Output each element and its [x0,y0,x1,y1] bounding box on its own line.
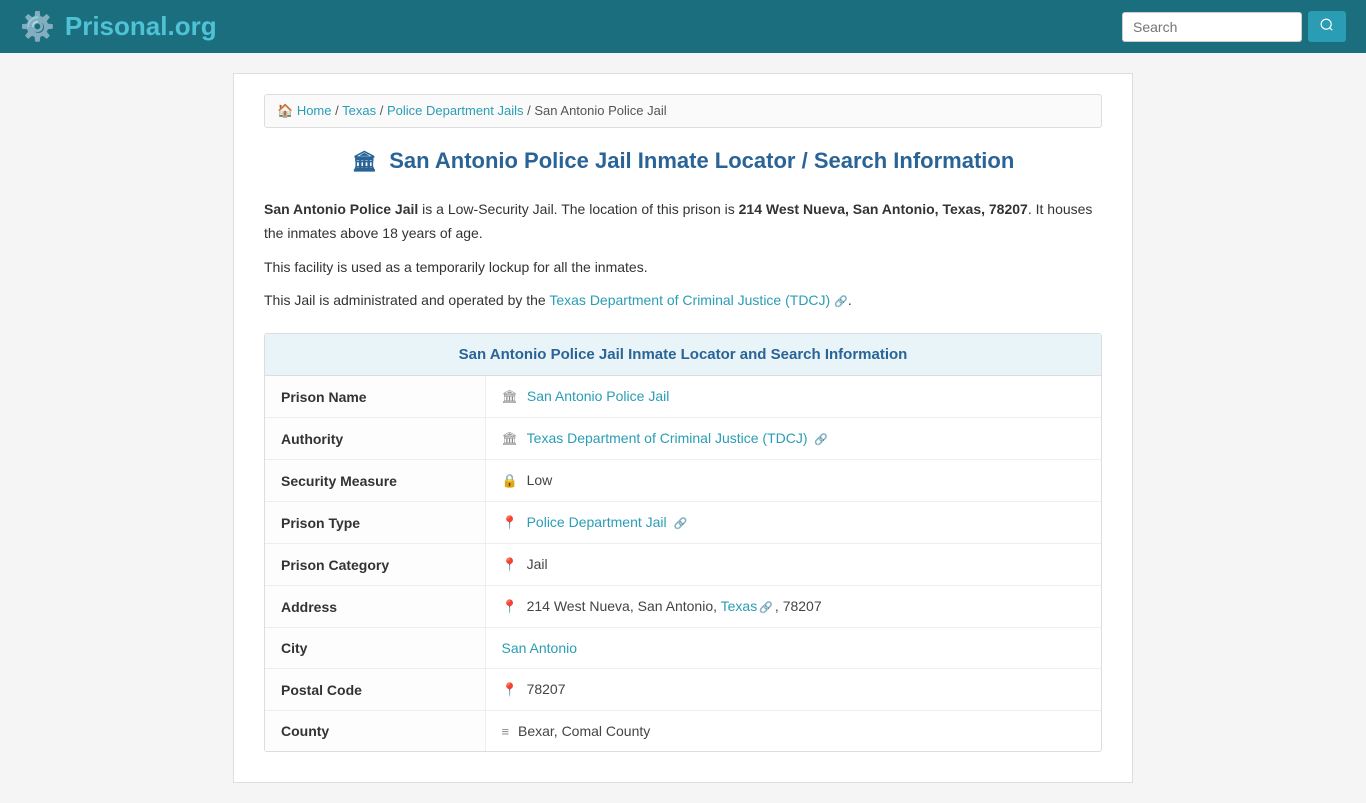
logo-main: Prisonal [65,11,168,41]
value-security: 🔒 Low [485,460,1101,502]
address-state-link[interactable]: Texas [721,598,758,614]
search-input[interactable] [1122,12,1302,42]
label-prison-type: Prison Type [265,502,485,544]
title-icon: 🏛 [352,151,377,173]
security-icon: 🔒 [502,473,518,488]
logo-area: ⚙️ Prisonal.org [20,10,217,43]
page-title: 🏛 San Antonio Police Jail Inmate Locator… [264,148,1102,174]
prison-type-link-icon: 🔗 [674,518,688,530]
description-line1: San Antonio Police Jail is a Low-Securit… [264,198,1102,246]
prison-type-link[interactable]: Police Department Jail [527,514,667,530]
label-prison-category: Prison Category [265,544,485,586]
authority-icon: 🏛 [502,431,519,446]
search-area [1122,11,1346,42]
value-authority: 🏛 Texas Department of Criminal Justice (… [485,418,1101,460]
prison-type-icon: 📍 [502,515,518,530]
label-postal: Postal Code [265,669,485,711]
value-prison-category: 📍 Jail [485,544,1101,586]
label-county: County [265,711,485,752]
logo-accent: .org [167,11,216,41]
label-security: Security Measure [265,460,485,502]
site-header: ⚙️ Prisonal.org [0,0,1366,53]
address-bold: 214 West Nueva, San Antonio, Texas, 7820… [739,201,1028,217]
table-row: Prison Name 🏛 San Antonio Police Jail [265,376,1101,418]
value-prison-type: 📍 Police Department Jail 🔗 [485,502,1101,544]
authority-link[interactable]: Texas Department of Criminal Justice (TD… [527,430,808,446]
table-header: San Antonio Police Jail Inmate Locator a… [265,334,1101,376]
county-value: Bexar, Comal County [518,723,650,739]
postal-value: 78207 [527,681,566,697]
logo-text: Prisonal.org [65,11,217,42]
prison-name-link[interactable]: San Antonio Police Jail [527,388,669,404]
external-icon-desc: 🔗 [834,296,848,308]
breadcrumb-type[interactable]: Police Department Jails [387,103,524,118]
table-row: Authority 🏛 Texas Department of Criminal… [265,418,1101,460]
address-link-icon: 🔗 [759,602,773,614]
postal-icon: 📍 [502,682,518,697]
prison-name-icon: 🏛 [502,389,519,404]
prison-name-bold: San Antonio Police Jail [264,201,418,217]
table-row: County ≡ Bexar, Comal County [265,711,1101,752]
table-row: Prison Category 📍 Jail [265,544,1101,586]
desc-text-4: . [848,292,852,308]
breadcrumb-current: San Antonio Police Jail [534,103,666,118]
table-row: City San Antonio [265,628,1101,669]
logo-icon: ⚙️ [20,10,55,43]
security-value: Low [527,472,553,488]
value-county: ≡ Bexar, Comal County [485,711,1101,752]
county-icon: ≡ [502,724,510,739]
desc-text-3: This Jail is administrated and operated … [264,292,549,308]
tdcj-link-desc[interactable]: Texas Department of Criminal Justice (TD… [549,292,830,308]
city-link[interactable]: San Antonio [502,640,578,656]
main-content: 🏠 Home / Texas / Police Department Jails… [233,73,1133,783]
home-icon: 🏠 [277,103,293,118]
description-line2: This facility is used as a temporarily l… [264,256,1102,280]
value-city: San Antonio [485,628,1101,669]
address-text-1: 214 West Nueva, San Antonio, [527,598,721,614]
desc-text-1: is a Low-Security Jail. The location of … [418,201,738,217]
search-icon [1320,18,1334,32]
description-section: San Antonio Police Jail is a Low-Securit… [264,198,1102,313]
table-row: Security Measure 🔒 Low [265,460,1101,502]
label-authority: Authority [265,418,485,460]
page-title-text: San Antonio Police Jail Inmate Locator /… [389,148,1014,173]
address-zip: , 78207 [775,598,822,614]
value-prison-name: 🏛 San Antonio Police Jail [485,376,1101,418]
external-icon-authority: 🔗 [814,434,828,446]
description-line3: This Jail is administrated and operated … [264,289,1102,313]
table-row: Postal Code 📍 78207 [265,669,1101,711]
value-address: 📍 214 West Nueva, San Antonio, Texas🔗, 7… [485,586,1101,628]
table-row: Prison Type 📍 Police Department Jail 🔗 [265,502,1101,544]
breadcrumb-state[interactable]: Texas [342,103,376,118]
value-postal: 📍 78207 [485,669,1101,711]
table-row: Address 📍 214 West Nueva, San Antonio, T… [265,586,1101,628]
breadcrumb: 🏠 Home / Texas / Police Department Jails… [264,94,1102,128]
label-prison-name: Prison Name [265,376,485,418]
address-icon: 📍 [502,599,518,614]
info-table: Prison Name 🏛 San Antonio Police Jail Au… [265,376,1101,751]
prison-category-value: Jail [527,556,548,572]
label-city: City [265,628,485,669]
prison-category-icon: 📍 [502,557,518,572]
search-button[interactable] [1308,11,1346,42]
breadcrumb-home[interactable]: Home [297,103,332,118]
label-address: Address [265,586,485,628]
info-table-section: San Antonio Police Jail Inmate Locator a… [264,333,1102,752]
